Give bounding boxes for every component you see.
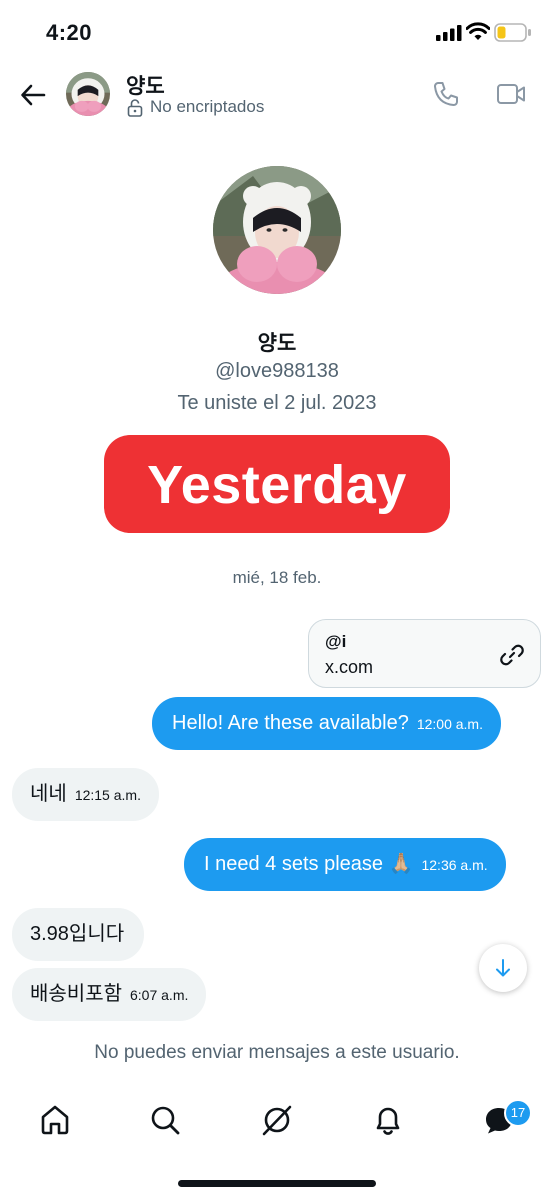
- message-time: 12:36 a.m.: [421, 857, 488, 873]
- message-text: 네네: [30, 783, 67, 805]
- grok-icon[interactable]: [260, 1103, 294, 1137]
- message-text: I need 4 sets please 🙏🏼: [204, 853, 414, 875]
- link-icon: [500, 644, 524, 666]
- header-avatar[interactable]: [66, 72, 110, 116]
- message-time: 6:07 a.m.: [130, 987, 189, 1003]
- link-preview-card[interactable]: @i x.com: [308, 619, 541, 688]
- message-time: 12:15 a.m.: [74, 787, 141, 803]
- lock-open-icon: [127, 99, 143, 117]
- message-text: 배송비포함: [30, 983, 122, 1005]
- home-icon[interactable]: [38, 1103, 72, 1137]
- link-title: @i: [325, 632, 347, 651]
- home-indicator: [178, 1180, 376, 1187]
- arrow-down-icon: [496, 959, 510, 977]
- messages-badge: 17: [504, 1099, 532, 1127]
- profile-avatar[interactable]: [213, 166, 341, 294]
- video-icon[interactable]: [496, 82, 526, 106]
- profile-joined-date: Te uniste el 2 jul. 2023: [177, 392, 377, 414]
- header-name: 양도: [126, 75, 165, 98]
- back-button[interactable]: [18, 80, 48, 110]
- message-bubble-incoming[interactable]: 네네 12:15 a.m.: [12, 768, 159, 821]
- message-bubble-incoming[interactable]: 배송비포함 6:07 a.m.: [12, 968, 207, 1021]
- date-separator: mié, 18 feb.: [232, 568, 322, 587]
- cannot-message-notice: No puedes enviar mensajes a este usuario…: [94, 1042, 460, 1063]
- encryption-status: No encriptados: [150, 97, 265, 116]
- message-bubble-incoming[interactable]: 3.98입니다: [12, 908, 145, 961]
- message-bubble-outgoing[interactable]: I need 4 sets please 🙏🏼 12:36 a.m.: [184, 838, 506, 891]
- message-bubble-outgoing[interactable]: Hello! Are these available? 12:00 a.m.: [152, 697, 501, 750]
- scroll-to-bottom-button[interactable]: [479, 944, 527, 992]
- message-time: 12:00 a.m.: [416, 716, 483, 732]
- yesterday-banner: Yesterday: [104, 435, 450, 533]
- notifications-icon[interactable]: [371, 1103, 405, 1137]
- message-text: 3.98입니다: [30, 923, 125, 945]
- profile-handle[interactable]: @love988138: [0, 360, 554, 383]
- message-text: Hello! Are these available?: [172, 712, 409, 734]
- link-domain: x.com: [325, 657, 374, 677]
- cell-signal-icon: [436, 25, 462, 41]
- wifi-icon: [466, 22, 490, 40]
- phone-icon[interactable]: [432, 80, 460, 108]
- battery-icon: [494, 23, 531, 42]
- status-time: 4:20: [46, 20, 93, 45]
- profile-name: 양도: [257, 332, 297, 355]
- search-icon[interactable]: [148, 1103, 182, 1137]
